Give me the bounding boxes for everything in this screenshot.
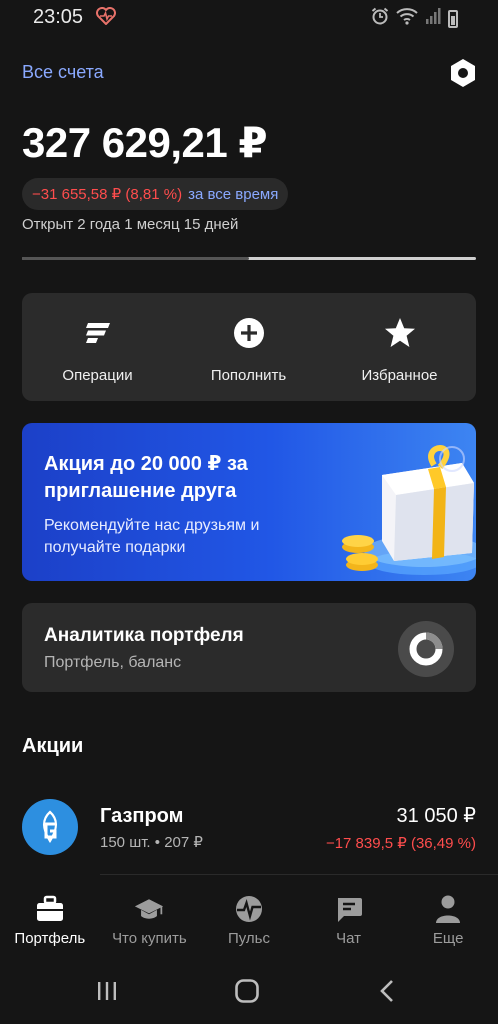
briefcase-icon <box>35 894 65 924</box>
stock-quantity: 150 шт. • 207 ₽ <box>100 834 203 851</box>
stock-value: 31 050 ₽ <box>396 805 476 827</box>
tab-what-to-buy[interactable]: Что купить <box>100 880 200 958</box>
tab-more[interactable]: Еще <box>398 880 498 958</box>
stock-name: Газпром <box>100 805 184 827</box>
promo-title: Акция до 20 000 ₽ за приглашение друга <box>44 453 248 502</box>
pnl-value: −31 655,58 ₽ (8,81 %) <box>32 186 183 203</box>
settings-icon[interactable] <box>446 56 480 90</box>
plus-circle-icon <box>233 317 265 349</box>
battery-icon <box>448 9 458 28</box>
portfolio-balance: 327 629,21 ₽ <box>22 119 268 166</box>
signal-icon <box>425 7 441 30</box>
tab-what-to-buy-label: Что купить <box>112 930 187 947</box>
operations-icon <box>82 317 114 349</box>
promo-subtitle: Рекомендуйте нас друзьям и получайте под… <box>44 517 260 556</box>
pulse-icon <box>234 894 264 924</box>
portfolio-analytics-card[interactable]: Аналитика портфеля Портфель, баланс <box>22 603 476 692</box>
tab-portfolio-label: Портфель <box>14 930 86 947</box>
profile-icon <box>433 894 463 924</box>
graduation-cap-icon <box>134 894 164 924</box>
wifi-icon <box>396 7 418 30</box>
analytics-subtitle: Портфель, баланс <box>44 654 182 671</box>
gift-illustration <box>312 423 476 581</box>
page-indicator-fill <box>22 257 249 260</box>
pnl-badge[interactable]: −31 655,58 ₽ (8,81 %) за все время <box>22 178 289 210</box>
divider <box>100 874 498 875</box>
tab-pulse-label: Пульс <box>227 930 270 947</box>
stock-row-gazprom[interactable]: Газпром 150 шт. • 207 ₽ 31 050 ₽ −17 839… <box>0 790 498 865</box>
recent-apps-icon[interactable] <box>92 976 122 1006</box>
top-up-label: Пополнить <box>210 367 287 384</box>
stocks-section-title: Акции <box>22 735 84 757</box>
back-icon[interactable] <box>372 976 402 1006</box>
gazprom-logo-icon <box>22 799 78 855</box>
operations-button[interactable]: Операции <box>22 293 173 401</box>
tab-portfolio[interactable]: Портфель <box>0 880 100 958</box>
top-up-button[interactable]: Пополнить <box>173 293 324 401</box>
referral-promo-banner[interactable]: Акция до 20 000 ₽ за приглашение друга Р… <box>22 423 476 581</box>
heart-rate-icon <box>96 7 116 26</box>
system-navigation-bar <box>0 958 498 1024</box>
tab-chat[interactable]: Чат <box>299 880 399 958</box>
status-time: 23:05 <box>33 6 84 28</box>
all-accounts-link[interactable]: Все счета <box>22 62 104 83</box>
pnl-period: за все время <box>188 185 279 203</box>
tab-more-label: Еще <box>432 930 464 947</box>
quick-actions: Операции Пополнить Избранное <box>22 293 476 401</box>
status-icons <box>371 7 458 30</box>
bottom-tab-bar: Портфель Что купить Пульс Чат Еще <box>0 880 498 958</box>
favorites-button[interactable]: Избранное <box>324 293 475 401</box>
tab-pulse[interactable]: Пульс <box>199 880 299 958</box>
account-age: Открыт 2 года 1 месяц 15 дней <box>22 216 239 233</box>
home-icon[interactable] <box>232 976 262 1006</box>
star-icon <box>384 317 416 349</box>
alarm-icon <box>371 7 389 30</box>
tab-chat-label: Чат <box>336 930 362 947</box>
favorites-label: Избранное <box>361 367 438 384</box>
stock-change: −17 839,5 ₽ (36,49 %) <box>325 835 476 852</box>
analytics-title: Аналитика портфеля <box>44 625 244 646</box>
chat-icon <box>334 894 364 924</box>
donut-chart-icon <box>398 621 454 677</box>
operations-label: Операции <box>62 367 133 384</box>
